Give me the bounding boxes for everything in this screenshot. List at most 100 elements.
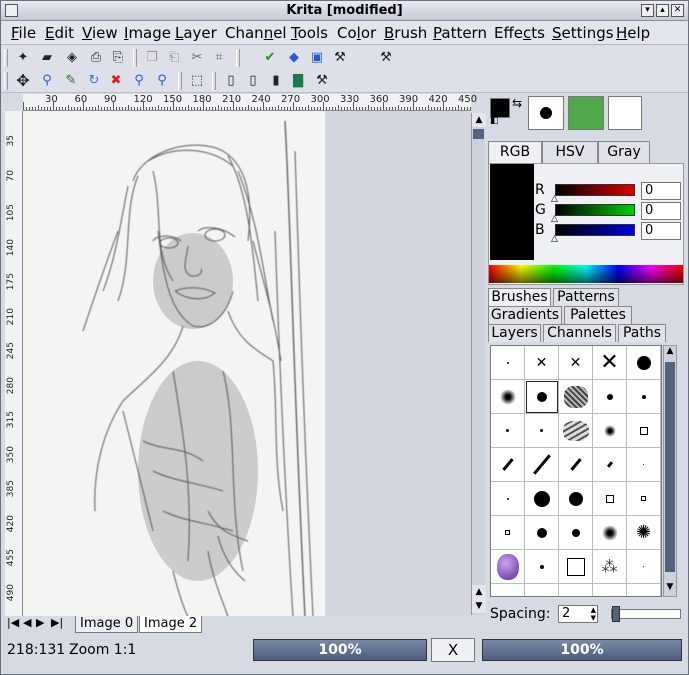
brush-preset[interactable] xyxy=(627,346,661,380)
brush-preset[interactable] xyxy=(491,414,525,448)
tab-paths[interactable]: Paths xyxy=(618,324,666,342)
tab-last-icon[interactable]: ▶| xyxy=(51,616,63,629)
brush-preset[interactable] xyxy=(525,516,559,550)
layer-copy-icon[interactable]: ▮ xyxy=(267,72,285,90)
brush-preset[interactable]: ✺ xyxy=(627,516,661,550)
current-pattern-preview[interactable] xyxy=(568,96,604,130)
image-icon[interactable]: ▇ xyxy=(289,72,307,90)
wrench-icon[interactable]: ⚒ xyxy=(331,49,349,67)
tab-gray[interactable]: Gray xyxy=(598,141,650,163)
tab-channels[interactable]: Channels xyxy=(543,324,616,342)
foreground-color-swatch[interactable] xyxy=(490,98,510,118)
brush-preset[interactable]: ~ xyxy=(491,584,525,596)
canvas-area[interactable] xyxy=(23,111,471,617)
tab-brushes[interactable]: Brushes xyxy=(488,288,551,306)
refresh-icon[interactable]: ↻ xyxy=(85,72,103,90)
menu-channel[interactable]: Channel xyxy=(225,24,287,42)
brush-preset[interactable] xyxy=(593,482,627,516)
tab-prev-icon[interactable]: ◀ xyxy=(23,616,31,629)
brush-preset[interactable] xyxy=(491,346,525,380)
tab-image-0[interactable]: Image 0 xyxy=(75,616,139,633)
toolbar-grip[interactable] xyxy=(4,49,8,67)
brush-preset[interactable]: ✕ xyxy=(559,346,593,380)
menu-color[interactable]: Color xyxy=(337,24,376,42)
menu-file[interactable]: File xyxy=(11,24,36,42)
brush-preset[interactable] xyxy=(491,380,525,414)
tab-image-2[interactable]: Image 2 xyxy=(139,616,203,633)
tab-hsv[interactable]: HSV xyxy=(542,141,598,163)
brush-preset[interactable] xyxy=(559,482,593,516)
tab-gradients[interactable]: Gradients xyxy=(488,306,562,324)
channel-spinbox-r[interactable]: 0 xyxy=(641,182,681,200)
channel-slider-r[interactable] xyxy=(555,184,635,196)
brush-preset[interactable] xyxy=(525,414,559,448)
menu-help[interactable]: Help xyxy=(616,24,650,42)
print-preview-icon[interactable]: ⎘ xyxy=(109,49,127,67)
save-icon[interactable]: ◈ xyxy=(63,49,81,67)
toolbar-grip[interactable] xyxy=(178,72,182,90)
layer-properties-icon[interactable]: ▣ xyxy=(308,49,326,67)
menu-effects[interactable]: Effects xyxy=(494,24,545,42)
brush-preset[interactable] xyxy=(627,550,661,584)
brush-preset[interactable]: ✕ xyxy=(525,346,559,380)
channel-slider-g[interactable] xyxy=(555,204,635,216)
brush-preset[interactable] xyxy=(627,482,661,516)
tool-options-icon[interactable]: ⚒ xyxy=(313,72,331,90)
minimize-icon[interactable]: ▾ xyxy=(641,4,654,17)
brush-preset[interactable] xyxy=(627,448,661,482)
brush-preset[interactable] xyxy=(491,550,525,584)
zoom-out-icon[interactable]: ⚲ xyxy=(153,72,171,90)
brush-preset[interactable] xyxy=(559,516,593,550)
brush-preset[interactable]: ~ xyxy=(559,584,593,596)
print-icon[interactable]: ⎙ xyxy=(87,49,105,67)
brush-preset[interactable] xyxy=(525,380,559,414)
brush-preset[interactable] xyxy=(525,482,559,516)
color-picker-icon[interactable]: ✎ xyxy=(62,72,80,90)
tab-patterns[interactable]: Patterns xyxy=(553,288,619,306)
menu-edit[interactable]: Edit xyxy=(45,24,74,42)
current-gradient-preview[interactable] xyxy=(608,96,642,130)
tab-palettes[interactable]: Palettes xyxy=(564,306,632,324)
channel-spinbox-g[interactable]: 0 xyxy=(641,202,681,220)
brush-preset[interactable]: ~ xyxy=(627,584,661,596)
brush-preset[interactable] xyxy=(593,414,627,448)
scroll-thumb[interactable] xyxy=(665,362,675,572)
scroll-thumb[interactable] xyxy=(473,129,484,139)
brush-grid-scrollbar[interactable]: ▲ ▼ xyxy=(663,345,677,597)
toolbar-grip[interactable] xyxy=(133,49,137,67)
brush-preset[interactable] xyxy=(491,448,525,482)
reset-colors-icon[interactable]: ◧ xyxy=(490,116,499,126)
crop-icon[interactable]: ⌗ xyxy=(210,49,228,67)
zoom-tool-icon[interactable]: ⚲ xyxy=(38,72,56,90)
tab-first-icon[interactable]: |◀ xyxy=(7,616,19,629)
brush-preset[interactable] xyxy=(627,414,661,448)
scroll-up-icon[interactable]: ▲ xyxy=(472,113,486,127)
slider-marker-icon[interactable]: △ xyxy=(551,214,558,224)
cancel-button[interactable]: X xyxy=(431,638,475,662)
sketch-image[interactable] xyxy=(23,111,325,617)
brush-preset[interactable] xyxy=(491,482,525,516)
menu-layer[interactable]: Layer xyxy=(175,24,217,42)
color-spectrum-bar[interactable] xyxy=(489,265,683,283)
rect-select-icon[interactable]: ⬚ xyxy=(188,72,206,90)
slider-handle[interactable] xyxy=(612,606,620,622)
new-file-icon[interactable]: ✦ xyxy=(14,49,32,67)
slider-marker-icon[interactable]: △ xyxy=(551,194,558,204)
toolbar-grip[interactable] xyxy=(4,72,8,90)
paste-icon[interactable]: ⎗ xyxy=(165,49,183,67)
brush-preset[interactable] xyxy=(593,448,627,482)
brush-preset[interactable]: ⁂ xyxy=(593,550,627,584)
scroll-down-icon[interactable]: ▼ xyxy=(664,582,676,596)
spacing-slider[interactable] xyxy=(611,606,681,622)
zoom-in-icon[interactable]: ⚲ xyxy=(130,72,148,90)
menu-tools[interactable]: Tools xyxy=(291,24,328,42)
maximize-icon[interactable]: ▴ xyxy=(656,4,669,17)
brush-preset[interactable]: ✕ xyxy=(593,346,627,380)
swap-colors-icon[interactable]: ⇆ xyxy=(512,96,522,110)
eraser-icon[interactable]: ◆ xyxy=(285,49,303,67)
menu-view[interactable]: View xyxy=(82,24,118,42)
current-brush-preview[interactable] xyxy=(528,96,564,130)
scroll-up-icon[interactable]: ▲ xyxy=(472,585,486,599)
brush-preset[interactable] xyxy=(559,414,593,448)
channel-spinbox-b[interactable]: 0 xyxy=(641,222,681,240)
